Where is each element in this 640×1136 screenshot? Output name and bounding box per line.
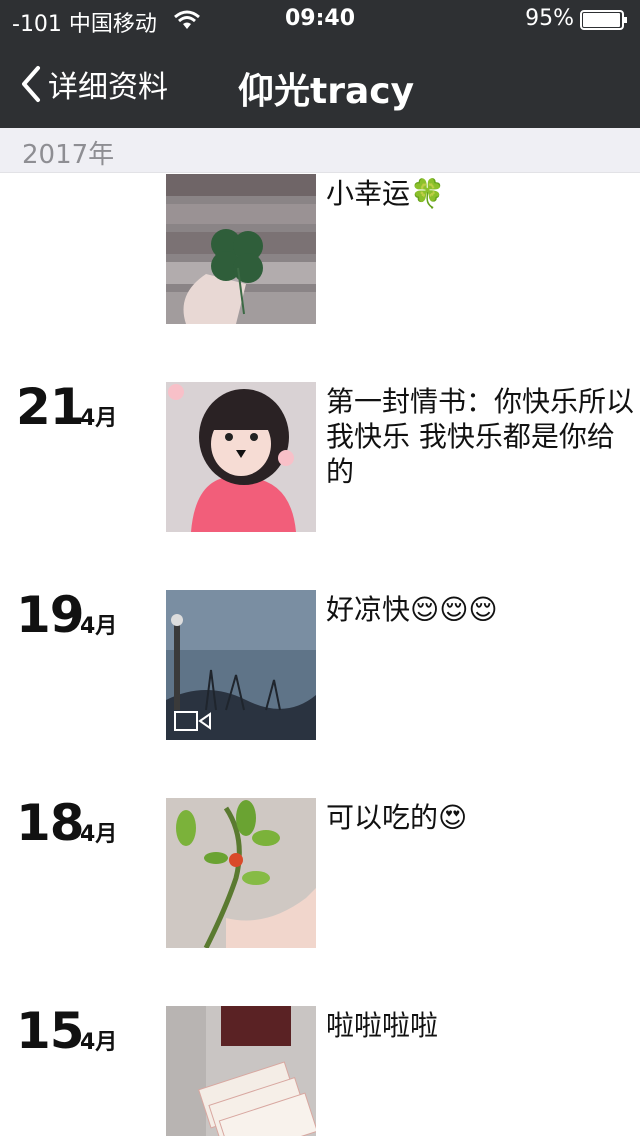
four-leaf-clover-image [166, 174, 316, 324]
chevron-left-icon [22, 66, 40, 102]
moment-post[interactable]: 19 4月 好凉快😌😌😌 [0, 586, 640, 740]
battery-icon [580, 10, 627, 30]
year-section-header: 2017年 [0, 128, 640, 173]
moment-post[interactable]: 21 4月 第一封情书：你快乐所以我快乐 我快乐都是你给的 [0, 378, 640, 532]
post-thumbnail[interactable] [166, 590, 316, 740]
post-caption: 第一封情书：你快乐所以我快乐 我快乐都是你给的 [326, 385, 635, 488]
post-month: 4月 [80, 614, 118, 639]
moment-post[interactable]: 18 4月 可以吃的😍 [0, 794, 640, 948]
post-thumbnail[interactable] [166, 382, 316, 532]
plant-branch-image [166, 798, 316, 948]
year-label: 2017年 [22, 140, 115, 170]
post-thumbnail[interactable] [166, 798, 316, 948]
post-thumbnail[interactable] [166, 174, 316, 324]
back-button[interactable]: 详细资料 [18, 62, 168, 106]
tickets-image [166, 1006, 316, 1136]
moment-post[interactable]: 小幸运🍀 [0, 174, 640, 324]
moments-feed[interactable]: 小幸运🍀 21 4月 第一封情书：你快乐所以我快乐 我快乐都是你给的 19 4月 [0, 172, 640, 1136]
post-day: 15 [16, 1002, 85, 1060]
nav-bar: 详细资料 仰光tracy [0, 40, 640, 128]
post-thumbnail[interactable] [166, 1006, 316, 1136]
post-day: 21 [16, 378, 85, 436]
status-bar: -101 中国移动 09:40 95% [0, 0, 640, 40]
top-bar: -101 中国移动 09:40 95% 详细资料 仰光tracy [0, 0, 640, 128]
post-month: 4月 [80, 822, 118, 847]
post-day: 19 [16, 586, 85, 644]
battery-percentage: 95% [525, 6, 574, 31]
post-month: 4月 [80, 406, 118, 431]
post-caption: 小幸运🍀 [326, 177, 445, 210]
post-day: 18 [16, 794, 85, 852]
moment-post[interactable]: 15 4月 啦啦啦啦 [0, 1002, 640, 1136]
post-month: 4月 [80, 1030, 118, 1055]
post-caption: 啦啦啦啦 [326, 1009, 439, 1042]
back-label: 详细资料 [48, 70, 168, 105]
post-caption: 好凉快😌😌😌 [326, 593, 498, 626]
post-caption: 可以吃的😍 [326, 801, 468, 834]
page-title: 仰光tracy [238, 71, 415, 112]
video-icon [174, 711, 211, 731]
selfie-image [166, 382, 316, 532]
